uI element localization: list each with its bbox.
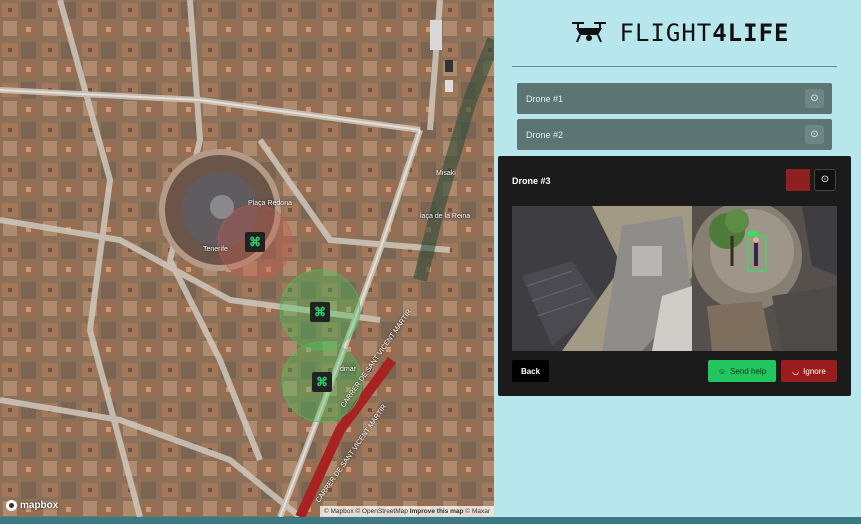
mapbox-logo[interactable]: mapbox — [6, 500, 58, 511]
header-divider — [512, 66, 837, 67]
app-header: FLIGHT4LIFE — [498, 0, 861, 66]
map-label-square: Plaça Redona — [248, 200, 292, 207]
crosshair-icon[interactable]: ⊙ — [805, 125, 824, 144]
drone-color-swatch[interactable] — [786, 169, 810, 191]
drone-icon[interactable]: ⌘ — [245, 232, 265, 252]
drone-icon[interactable]: ⌘ — [310, 302, 330, 322]
app-logo-text: FLIGHT4LIFE — [619, 19, 790, 47]
drone-icon[interactable]: ⌘ — [312, 372, 332, 392]
map-label-queen-square: laça de la Reina — [420, 213, 471, 220]
drone-logo-icon — [571, 22, 606, 43]
map-label-dmar: dmar — [340, 366, 356, 373]
map-label-pharmacy: Tenerife — [203, 246, 228, 253]
ignore-icon: ◡ — [792, 366, 800, 376]
drone-detail-panel: Drone #3 ⊙ Back ☺ Send help ◡ Ignore — [498, 156, 851, 396]
help-icon: ☺ — [717, 366, 727, 376]
map-view[interactable]: Plaça Redona laça de la Reina Tenerife M… — [0, 0, 494, 517]
mapbox-icon — [6, 500, 17, 511]
satellite-imagery — [0, 0, 494, 517]
crosshair-icon[interactable]: ⊙ — [805, 89, 824, 108]
bottom-strip — [0, 517, 861, 524]
map-label-misaki: Misaki — [436, 170, 456, 177]
drone-list-item[interactable]: Drone #1 ⊙ — [517, 83, 832, 114]
back-button[interactable]: Back — [512, 360, 549, 382]
map-attribution: © Mapbox © OpenStreetMap Improve this ma… — [319, 506, 494, 517]
send-help-button[interactable]: ☺ Send help — [708, 360, 776, 382]
crosshair-icon[interactable]: ⊙ — [814, 169, 836, 191]
drone-camera-feed — [512, 206, 837, 351]
improve-map-link[interactable]: Improve this map — [410, 508, 464, 515]
drone-list-item[interactable]: Drone #2 ⊙ — [517, 119, 832, 150]
ignore-button[interactable]: ◡ Ignore — [781, 360, 837, 382]
drone-detail-title: Drone #3 — [512, 176, 551, 186]
camera-image — [512, 206, 837, 351]
